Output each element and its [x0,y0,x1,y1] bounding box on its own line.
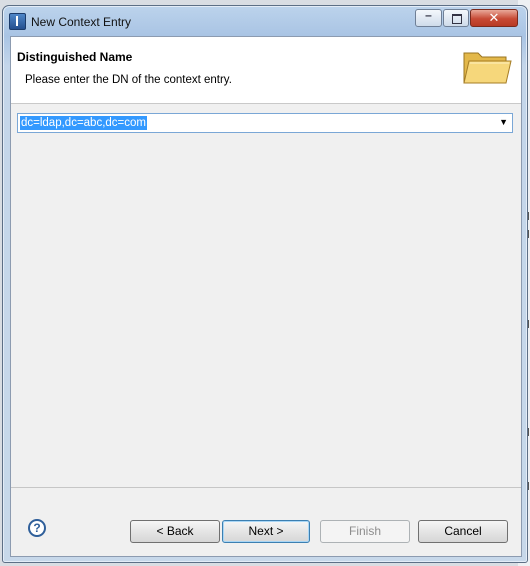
dialog-window: New Context Entry – ✕ Distinguished Name… [2,5,528,563]
wizard-banner: Distinguished Name Please enter the DN o… [11,37,521,104]
title-bar[interactable]: New Context Entry – ✕ [3,6,527,36]
dn-combo-box[interactable]: dc=ldap,dc=abc,dc=com ▼ [17,113,513,133]
minimize-button[interactable]: – [415,8,442,27]
close-icon: ✕ [488,10,500,25]
page-description: Please enter the DN of the context entry… [25,74,232,86]
close-button[interactable]: ✕ [470,9,518,27]
chevron-down-icon[interactable]: ▼ [499,117,508,127]
minimize-icon: – [425,8,432,22]
finish-button[interactable]: Finish [320,520,410,543]
app-icon [9,13,26,30]
back-button[interactable]: < Back [130,520,220,543]
dialog-content: Distinguished Name Please enter the DN o… [10,36,522,557]
page-title: Distinguished Name [17,50,133,64]
cancel-button[interactable]: Cancel [418,520,508,543]
maximize-icon [452,14,462,24]
folder-icon [463,52,512,84]
dn-input-value[interactable]: dc=ldap,dc=abc,dc=com [20,116,147,130]
next-button[interactable]: Next > [222,520,310,543]
maximize-button[interactable] [443,9,469,27]
button-bar-separator [11,487,521,488]
help-button[interactable]: ? [28,519,46,537]
window-title: New Context Entry [31,15,132,29]
